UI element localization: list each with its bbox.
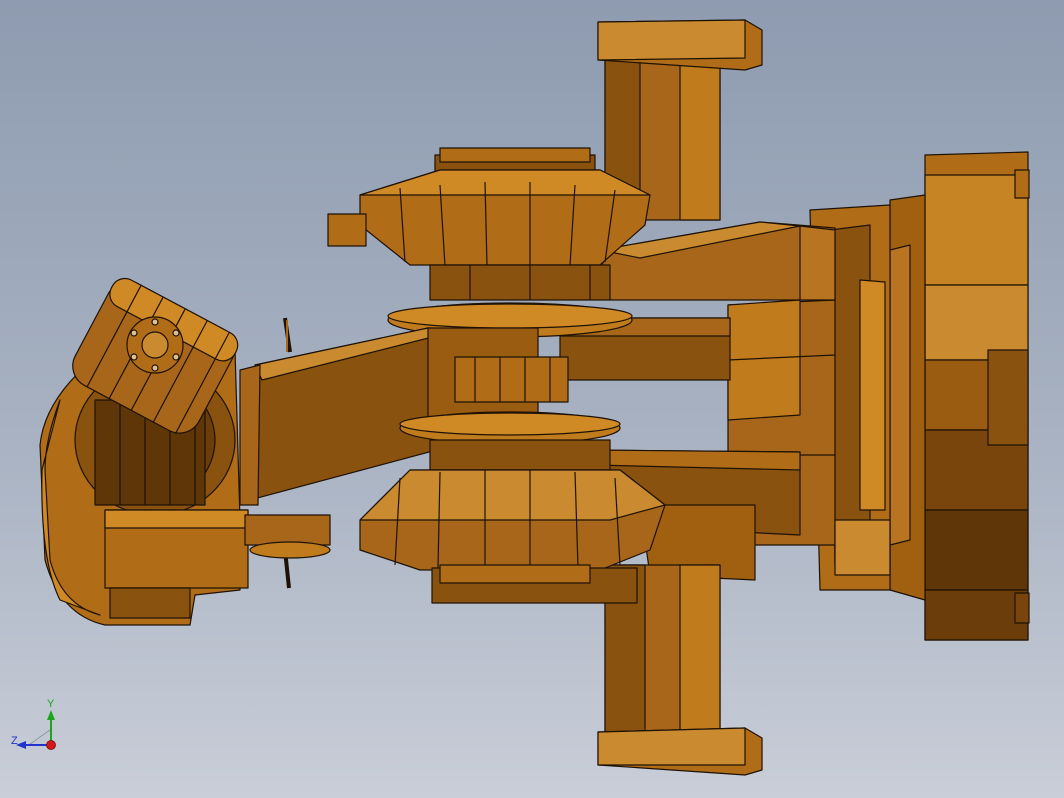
z-axis-label: Z — [11, 735, 18, 747]
cad-viewport[interactable]: Y Z — [0, 0, 1064, 798]
robot-arm-model[interactable] — [0, 0, 1064, 798]
base-flange — [889, 151, 1030, 641]
axis-triad — [16, 710, 56, 750]
y-axis-label: Y — [47, 698, 55, 710]
upper-conical-joint — [327, 147, 651, 338]
